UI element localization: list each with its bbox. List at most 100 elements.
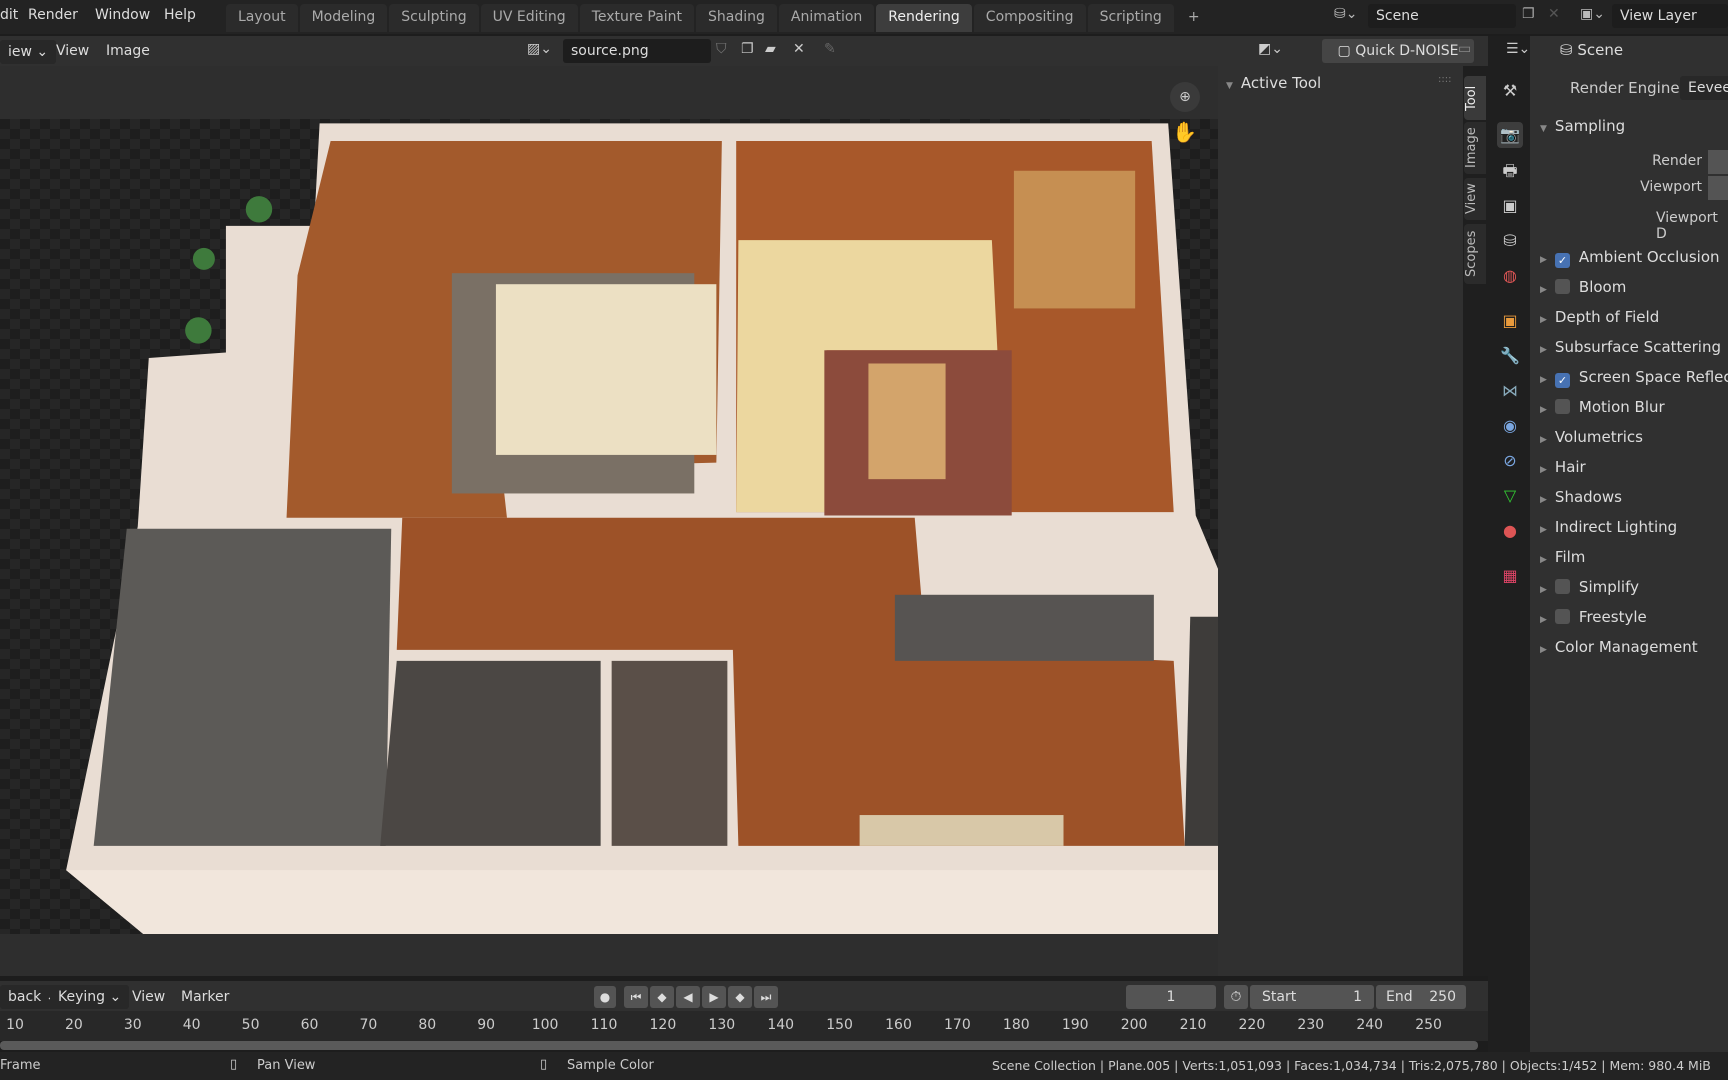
- panel-volumetrics[interactable]: ▶ Volumetrics: [1540, 428, 1643, 446]
- timeline-menu-marker[interactable]: Marker: [181, 989, 229, 1005]
- delete-scene-icon[interactable]: ✕: [1548, 6, 1560, 22]
- unlink-image-icon[interactable]: ✕: [793, 41, 805, 57]
- active-tool-header[interactable]: ▼ Active Tool: [1226, 74, 1321, 92]
- menu-render[interactable]: Render: [28, 7, 78, 23]
- tool-settings-icon[interactable]: ⚒: [1497, 78, 1523, 104]
- end-frame-field[interactable]: End 250: [1376, 985, 1466, 1009]
- tab-compositing[interactable]: Compositing: [973, 4, 1086, 32]
- menu-view[interactable]: View: [56, 43, 89, 59]
- stopwatch-icon[interactable]: ⏱: [1224, 985, 1248, 1009]
- zoom-icon[interactable]: ⊕: [1170, 82, 1200, 112]
- view-layer-properties-icon[interactable]: ▣: [1497, 193, 1523, 219]
- panel-shadows[interactable]: ▶ Shadows: [1540, 488, 1622, 506]
- panel-checkbox[interactable]: [1554, 579, 1570, 594]
- panel-freestyle[interactable]: ▶ Freestyle: [1540, 608, 1647, 626]
- current-frame-field[interactable]: 1: [1126, 985, 1216, 1009]
- record-icon[interactable]: ●: [594, 986, 616, 1008]
- modifier-wrench-icon[interactable]: 🔧: [1497, 343, 1523, 369]
- material-icon[interactable]: ●: [1497, 518, 1523, 544]
- properties-tabs: [1488, 36, 1530, 1052]
- play-reverse-icon[interactable]: ◀: [676, 986, 700, 1008]
- start-frame-field[interactable]: Start 1: [1250, 985, 1374, 1009]
- new-image-icon[interactable]: ❐: [741, 41, 754, 57]
- texture-icon[interactable]: ▦: [1497, 563, 1523, 589]
- viewport-samples-field[interactable]: [1708, 176, 1728, 200]
- drag-grip-icon[interactable]: ::::: [1438, 74, 1451, 85]
- tab-modeling[interactable]: Modeling: [299, 4, 388, 32]
- panel-ambient-occlusion[interactable]: ▶ ✓ Ambient Occlusion: [1540, 248, 1720, 268]
- monitor-icon[interactable]: ▭: [1458, 41, 1471, 57]
- menu-edit[interactable]: dit: [0, 7, 18, 23]
- tab-shading[interactable]: Shading: [696, 4, 777, 32]
- play-icon[interactable]: ▶: [702, 986, 726, 1008]
- panel-film[interactable]: ▶ Film: [1540, 548, 1585, 566]
- tab-rendering[interactable]: Rendering: [876, 4, 972, 32]
- tab-layout[interactable]: Layout: [226, 4, 298, 32]
- panel-checkbox[interactable]: ✓: [1554, 253, 1570, 268]
- tab-scripting[interactable]: Scripting: [1087, 4, 1174, 32]
- prev-keyframe-icon[interactable]: ◆: [650, 986, 674, 1008]
- tab-view[interactable]: View: [1464, 178, 1486, 220]
- physics-icon[interactable]: ◉: [1497, 413, 1523, 439]
- render-properties-icon[interactable]: 📷: [1497, 122, 1523, 148]
- panel-indirect-lighting[interactable]: ▶ Indirect Lighting: [1540, 518, 1677, 536]
- panel-checkbox[interactable]: [1554, 609, 1570, 624]
- tab-sculpting[interactable]: Sculpting: [389, 4, 479, 32]
- view-layer-icon[interactable]: ▣⌄: [1580, 6, 1605, 22]
- panel-checkbox[interactable]: ✓: [1554, 373, 1570, 388]
- panel-color-management[interactable]: ▶ Color Management: [1540, 638, 1698, 656]
- keying-dropdown[interactable]: Keying ⌄: [50, 985, 130, 1009]
- view-layer-selector[interactable]: View Layer: [1612, 4, 1728, 28]
- timeline-menu-view[interactable]: View: [132, 989, 165, 1005]
- jump-end-icon[interactable]: ⏭: [754, 986, 778, 1008]
- render-engine-dropdown[interactable]: Eevee: [1680, 76, 1728, 100]
- tab-animation[interactable]: Animation: [778, 4, 875, 32]
- panel-motion-blur[interactable]: ▶ Motion Blur: [1540, 398, 1665, 416]
- pan-hand-icon[interactable]: ✋: [1172, 120, 1197, 144]
- sampling-panel-header[interactable]: ▼ Sampling: [1540, 117, 1625, 135]
- pin-icon[interactable]: ✎: [824, 41, 836, 57]
- world-properties-icon[interactable]: ◍: [1497, 263, 1523, 289]
- display-channels-icon[interactable]: ◩⌄: [1258, 41, 1283, 57]
- panel-screen-space-reflect[interactable]: ▶ ✓ Screen Space Reflect: [1540, 368, 1728, 388]
- panel-checkbox[interactable]: [1554, 399, 1570, 414]
- new-scene-icon[interactable]: ❐: [1522, 6, 1535, 22]
- menu-window[interactable]: Window: [95, 7, 150, 23]
- editor-type-icon[interactable]: ☰⌄: [1506, 41, 1530, 57]
- n-panel: [1218, 66, 1463, 976]
- open-folder-icon[interactable]: ▰: [765, 41, 776, 57]
- panel-checkbox[interactable]: [1554, 279, 1570, 294]
- timeline-scrollbar[interactable]: [0, 1041, 1478, 1050]
- panel-subsurface-scattering[interactable]: ▶ Subsurface Scattering: [1540, 338, 1721, 356]
- tab-uv-editing[interactable]: UV Editing: [480, 4, 578, 32]
- panel-depth-of-field[interactable]: ▶ Depth of Field: [1540, 308, 1659, 326]
- constraints-icon[interactable]: ⊘: [1497, 448, 1523, 474]
- view-mode-dropdown[interactable]: iew ⌄: [0, 40, 57, 64]
- output-properties-icon[interactable]: 🖶: [1497, 158, 1523, 184]
- panel-hair[interactable]: ▶ Hair: [1540, 458, 1586, 476]
- scene-properties-icon[interactable]: ⛁: [1497, 228, 1523, 254]
- tab-image[interactable]: Image: [1464, 122, 1486, 174]
- image-name-field[interactable]: source.png: [563, 39, 711, 63]
- jump-start-icon[interactable]: ⏮: [624, 986, 648, 1008]
- panel-simplify[interactable]: ▶ Simplify: [1540, 578, 1639, 596]
- tab-scopes[interactable]: Scopes: [1464, 224, 1486, 284]
- tab-texture-paint[interactable]: Texture Paint: [579, 4, 695, 32]
- particles-icon[interactable]: ⋈: [1497, 378, 1523, 404]
- fake-user-shield-icon[interactable]: ⛉: [716, 41, 727, 57]
- next-keyframe-icon[interactable]: ◆: [728, 986, 752, 1008]
- image-browse-icon[interactable]: ▨⌄: [527, 41, 552, 57]
- scene-icon[interactable]: ⛁⌄: [1334, 6, 1357, 22]
- tab-tool[interactable]: Tool: [1464, 76, 1486, 120]
- panel-bloom[interactable]: ▶ Bloom: [1540, 278, 1626, 296]
- quick-denoise-button[interactable]: ▢ Quick D-NOISE: [1322, 39, 1474, 63]
- timeline-tick: 240: [1356, 1017, 1384, 1033]
- panel-label: Screen Space Reflect: [1578, 368, 1728, 386]
- menu-image[interactable]: Image: [106, 43, 150, 59]
- scene-selector[interactable]: Scene: [1368, 4, 1516, 28]
- render-samples-field[interactable]: [1708, 150, 1728, 174]
- object-data-icon[interactable]: ▽: [1497, 483, 1523, 509]
- menu-help[interactable]: Help: [164, 7, 196, 23]
- add-workspace-button[interactable]: +: [1176, 4, 1212, 32]
- object-properties-icon[interactable]: ▣: [1497, 308, 1523, 334]
